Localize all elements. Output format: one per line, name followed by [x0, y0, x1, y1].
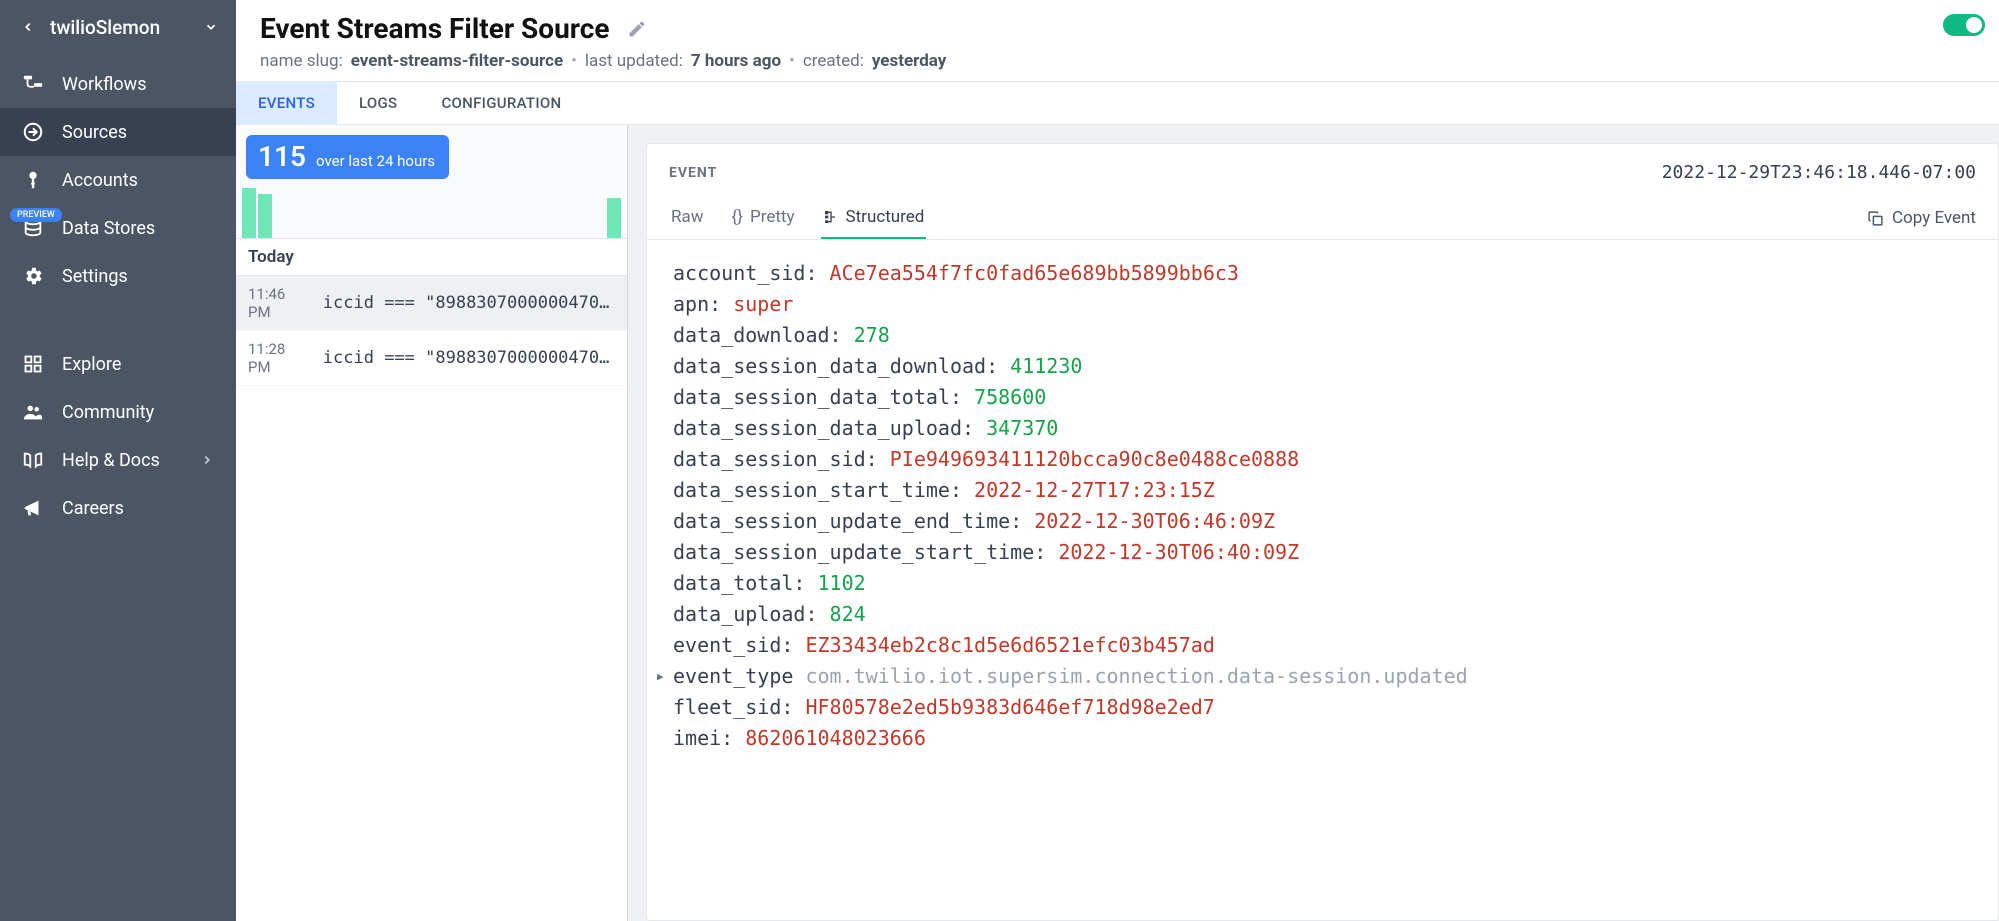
- view-structured[interactable]: Structured: [821, 197, 927, 239]
- preview-badge: PREVIEW: [10, 208, 62, 222]
- event-detail: EVENT 2022-12-29T23:46:18.446-07:00 Raw …: [628, 125, 1999, 921]
- event-count-sub: over last 24 hours: [316, 152, 435, 170]
- nav-label: Settings: [62, 266, 128, 287]
- view-raw[interactable]: Raw: [669, 197, 706, 239]
- source-tabs: EVENTS LOGS CONFIGURATION: [236, 82, 1999, 125]
- json-field[interactable]: event_type com.twilio.iot.supersim.conne…: [673, 661, 1972, 692]
- json-field: data_session_update_start_time: 2022-12-…: [673, 537, 1972, 568]
- nav-label: Explore: [62, 354, 121, 375]
- event-row[interactable]: 11:28 PM iccid === "8988307000000470532": [236, 331, 627, 386]
- primary-nav: Workflows Sources Accounts PREVIEW Data …: [0, 54, 236, 532]
- nav-community[interactable]: Community: [0, 388, 236, 436]
- event-expr: iccid === "8988307000000470532": [323, 348, 615, 368]
- created-label: created:: [803, 51, 864, 71]
- megaphone-icon: [22, 497, 44, 519]
- page-meta: name slug: event-streams-filter-source •…: [260, 51, 1975, 71]
- json-field: fleet_sid: HF80578e2ed5b9383d646ef718d98…: [673, 692, 1972, 723]
- nav-label: Sources: [62, 122, 127, 143]
- braces-icon: {}: [732, 207, 744, 227]
- nav-sources[interactable]: Sources: [0, 108, 236, 156]
- view-tabs: Raw {} Pretty Structured Copy Event: [647, 197, 1998, 240]
- edit-icon[interactable]: [627, 19, 647, 39]
- nav-label: Accounts: [62, 170, 138, 191]
- events-list: 115 over last 24 hours Today 11:46 PM ic…: [236, 125, 628, 921]
- event-timestamp: 2022-12-29T23:46:18.446-07:00: [1662, 162, 1976, 183]
- grid-icon: [22, 353, 44, 375]
- event-count-pill: 115 over last 24 hours: [246, 135, 449, 179]
- enabled-toggle[interactable]: [1943, 14, 1985, 36]
- name-slug-value: event-streams-filter-source: [351, 51, 563, 71]
- json-field: imei: 862061048023666: [673, 723, 1972, 754]
- nav-label: Community: [62, 402, 154, 423]
- event-json[interactable]: account_sid: ACe7ea554f7fc0fad65e689bb58…: [647, 240, 1998, 920]
- nav-label: Data Stores: [62, 218, 155, 239]
- nav-settings[interactable]: Settings: [0, 252, 236, 300]
- today-label: Today: [236, 239, 627, 276]
- name-slug-label: name slug:: [260, 51, 343, 71]
- nav-help-docs[interactable]: Help & Docs: [0, 436, 236, 484]
- nav-label: Help & Docs: [62, 450, 160, 471]
- nav-careers[interactable]: Careers: [0, 484, 236, 532]
- nav-workflows[interactable]: Workflows: [0, 60, 236, 108]
- view-pretty[interactable]: {} Pretty: [730, 197, 797, 239]
- main-content: Event Streams Filter Source name slug: e…: [236, 0, 1999, 921]
- copy-icon: [1867, 210, 1884, 227]
- last-updated-value: 7 hours ago: [691, 51, 781, 71]
- workspace-selector[interactable]: twilioSlemon: [0, 0, 236, 54]
- tree-icon: [823, 209, 839, 225]
- copy-event-button[interactable]: Copy Event: [1867, 208, 1976, 228]
- event-time: 11:28 PM: [248, 340, 309, 376]
- tab-configuration[interactable]: CONFIGURATION: [419, 82, 583, 124]
- json-field: account_sid: ACe7ea554f7fc0fad65e689bb58…: [673, 258, 1972, 289]
- page-header: Event Streams Filter Source name slug: e…: [236, 0, 1999, 82]
- workflows-icon: [22, 73, 44, 95]
- json-field: data_session_update_end_time: 2022-12-30…: [673, 506, 1972, 537]
- json-field: data_total: 1102: [673, 568, 1972, 599]
- json-field: data_session_data_total: 758600: [673, 382, 1972, 413]
- chevron-down-icon: [204, 20, 218, 34]
- json-field: data_download: 278: [673, 320, 1972, 351]
- accounts-icon: [22, 169, 44, 191]
- event-label: EVENT: [669, 165, 717, 181]
- tab-logs[interactable]: LOGS: [337, 82, 419, 124]
- json-field: data_session_data_download: 411230: [673, 351, 1972, 382]
- sources-icon: [22, 121, 44, 143]
- json-field: data_session_start_time: 2022-12-27T17:2…: [673, 475, 1972, 506]
- json-field: data_upload: 824: [673, 599, 1972, 630]
- tab-events[interactable]: EVENTS: [236, 82, 337, 124]
- sidebar: twilioSlemon Workflows Sources Accounts …: [0, 0, 236, 921]
- events-chart: 115 over last 24 hours: [236, 125, 627, 239]
- chevron-right-icon: [200, 453, 214, 467]
- workspace-name: twilioSlemon: [50, 16, 192, 39]
- nav-label: Workflows: [62, 74, 147, 95]
- created-value: yesterday: [872, 51, 946, 71]
- json-field: data_session_data_upload: 347370: [673, 413, 1972, 444]
- json-field: data_session_sid: PIe949693411120bcca90c…: [673, 444, 1972, 475]
- nav-label: Careers: [62, 498, 124, 519]
- book-icon: [22, 449, 44, 471]
- event-count: 115: [258, 143, 306, 171]
- event-expr: iccid === "8988307000000470532": [323, 293, 615, 313]
- json-field: apn: super: [673, 289, 1972, 320]
- event-row[interactable]: 11:46 PM iccid === "8988307000000470532": [236, 276, 627, 331]
- page-title: Event Streams Filter Source: [260, 12, 609, 45]
- gear-icon: [22, 265, 44, 287]
- nav-accounts[interactable]: Accounts: [0, 156, 236, 204]
- people-icon: [22, 401, 44, 423]
- nav-data-stores[interactable]: PREVIEW Data Stores: [0, 204, 236, 252]
- json-field: event_sid: EZ33434eb2c8c1d5e6d6521efc03b…: [673, 630, 1972, 661]
- last-updated-label: last updated:: [585, 51, 683, 71]
- nav-explore[interactable]: Explore: [0, 340, 236, 388]
- event-time: 11:46 PM: [248, 285, 309, 321]
- back-icon[interactable]: [18, 17, 38, 37]
